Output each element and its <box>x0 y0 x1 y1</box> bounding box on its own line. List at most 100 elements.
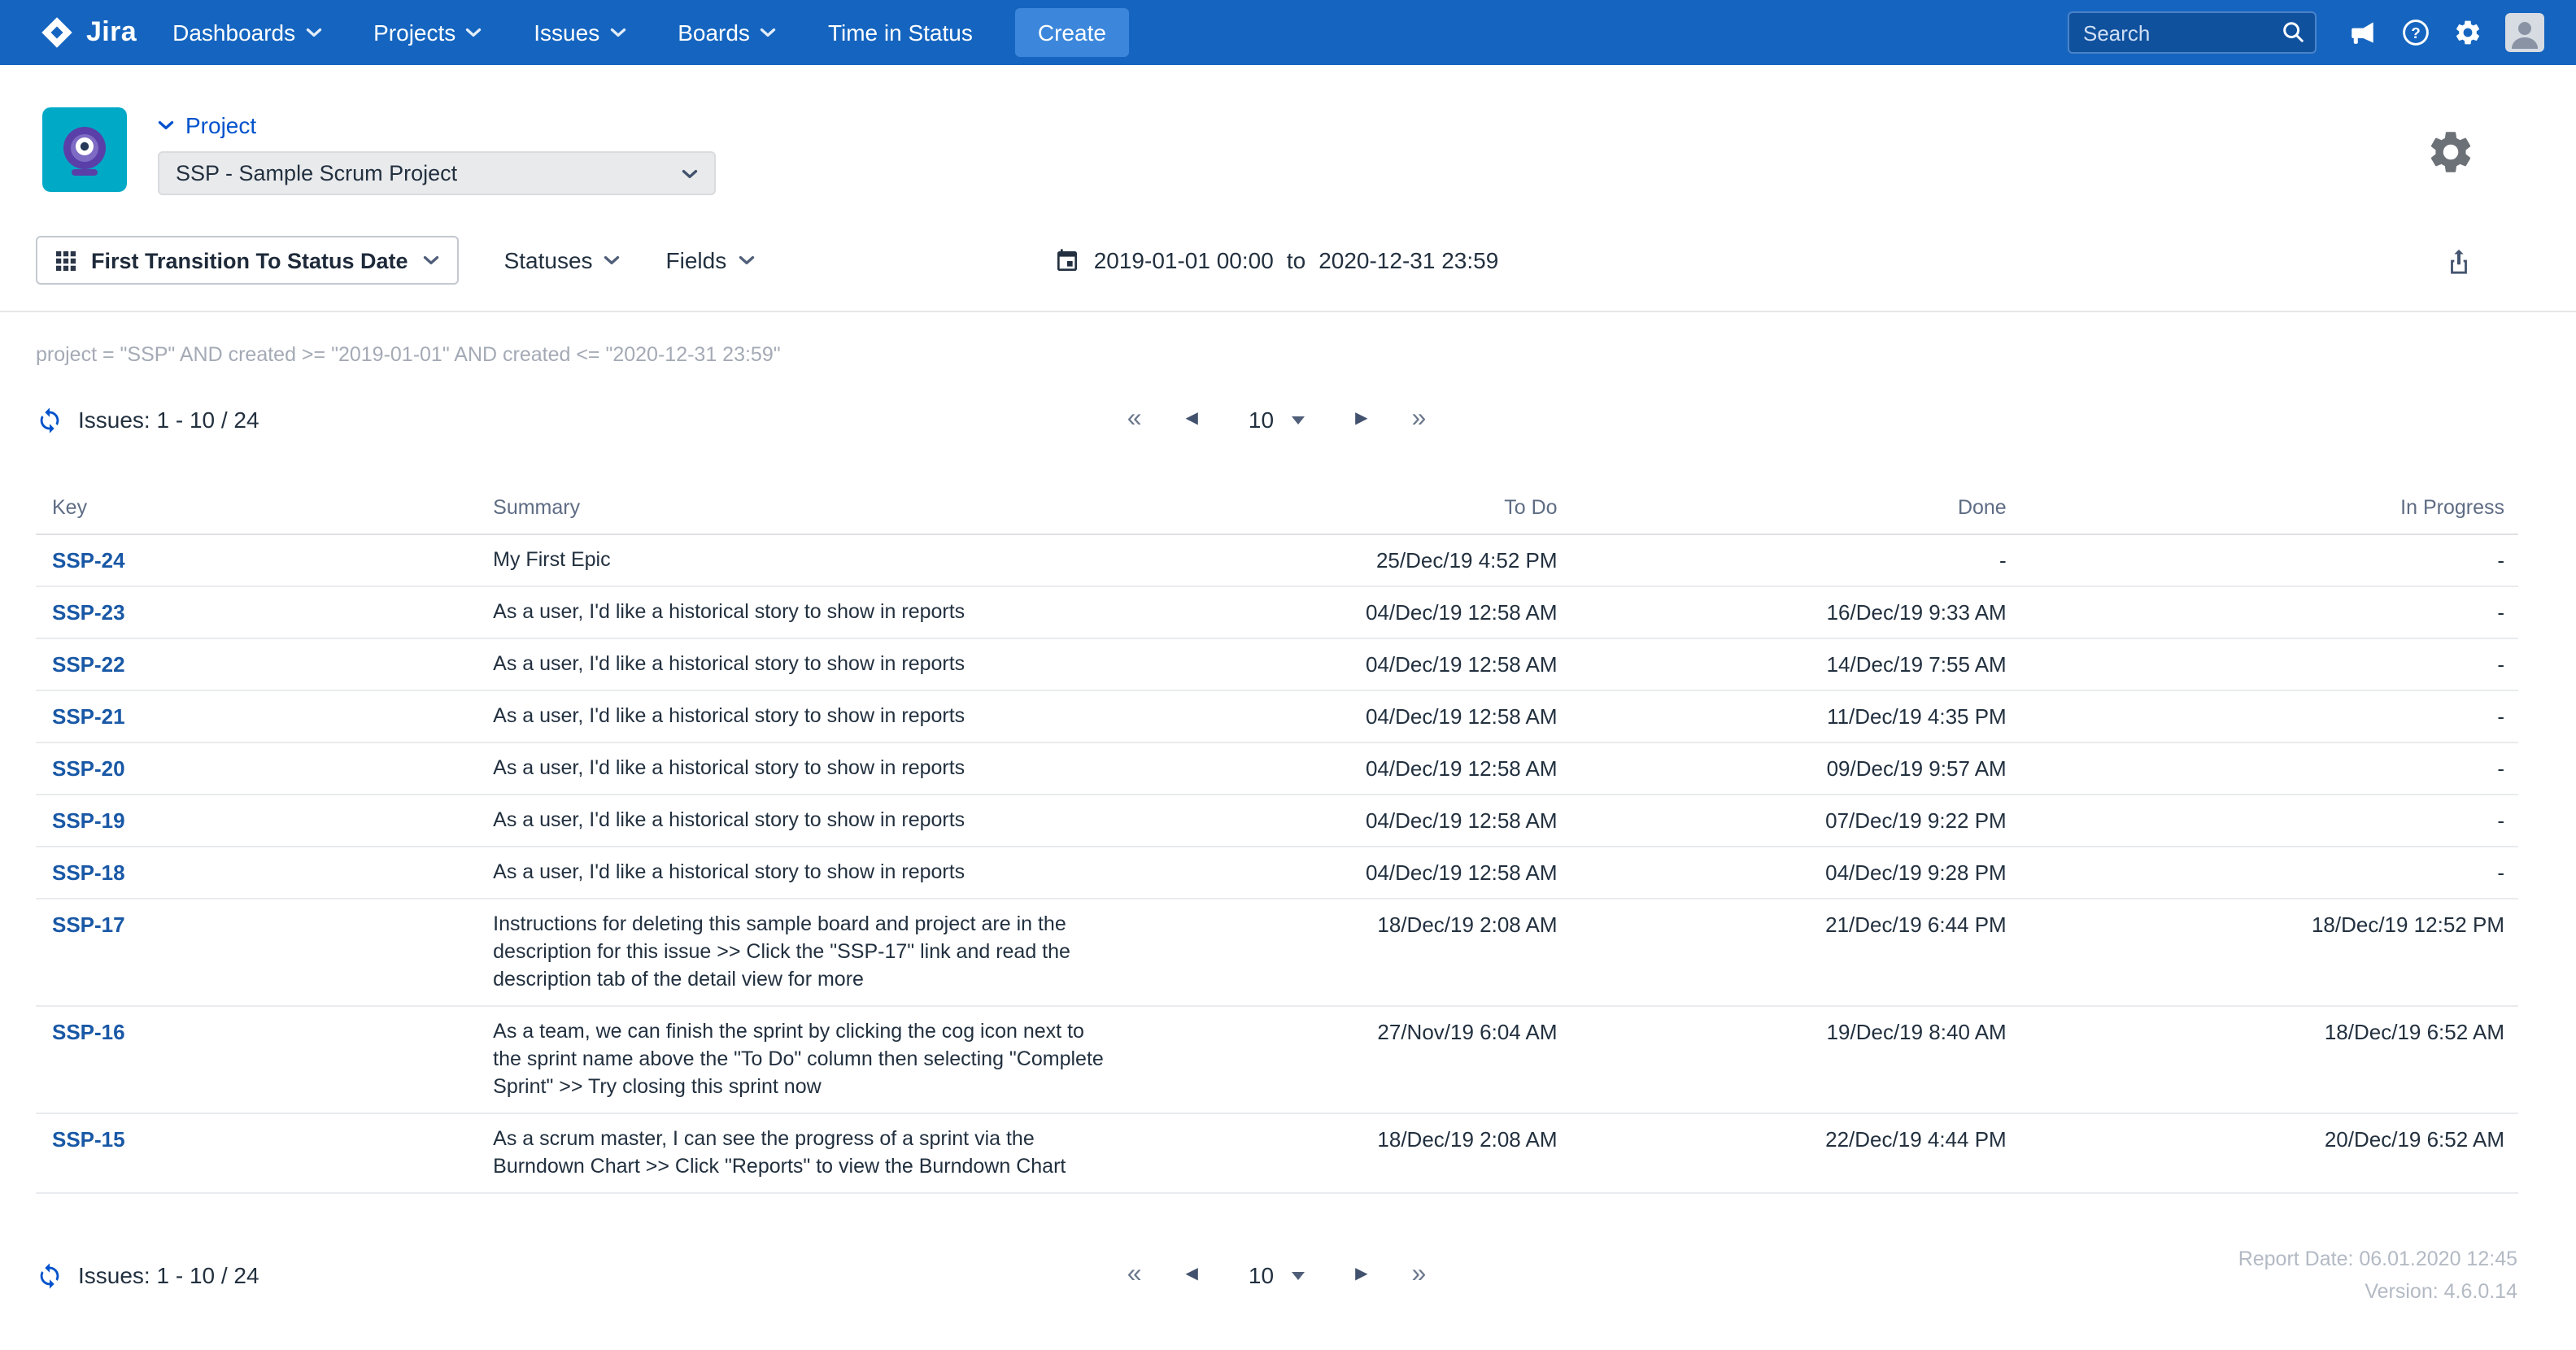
issues-table: Key Summary To Do Done In Progress SSP-2… <box>36 485 2517 1194</box>
report-meta: Report Date: 06.01.2020 12:45 Version: 4… <box>2238 1243 2517 1308</box>
project-scope-dropdown[interactable]: Project <box>158 112 716 138</box>
jql-query-text: project = "SSP" AND created >= "2019-01-… <box>36 343 781 366</box>
pager-last-button[interactable]: » <box>1411 406 1426 433</box>
issue-key-link[interactable]: SSP-18 <box>52 860 125 885</box>
nav-time-in-status-label: Time in Status <box>827 20 973 46</box>
chevron-down-icon <box>305 28 321 37</box>
issue-key-link[interactable]: SSP-17 <box>52 912 125 937</box>
page-size-value: 10 <box>1248 407 1275 433</box>
pager-next-button[interactable]: ▶ <box>1355 411 1367 428</box>
top-navbar: Jira Dashboards Projects Issues Boards T… <box>0 0 2576 65</box>
statuses-dropdown[interactable]: Statuses <box>504 247 621 273</box>
issue-key-link[interactable]: SSP-20 <box>52 756 125 781</box>
chevron-down-icon <box>604 256 620 265</box>
date-to-value: 2020-12-31 23:59 <box>1319 247 1499 273</box>
done-date: 22/Dec/19 4:44 PM <box>1570 1113 2020 1194</box>
project-scope-label: Project <box>185 112 257 138</box>
feedback-megaphone-icon[interactable] <box>2348 18 2378 47</box>
issues-summary-top: Issues: 1 - 10 / 24 <box>36 406 1127 433</box>
column-header-in-progress[interactable]: In Progress <box>2019 485 2517 535</box>
in-progress-date: - <box>2019 847 2517 899</box>
issue-key-link[interactable]: SSP-23 <box>52 600 125 625</box>
column-header-summary[interactable]: Summary <box>493 485 1128 535</box>
page-size-select[interactable]: 10 <box>1242 1256 1311 1295</box>
issue-key-link[interactable]: SSP-21 <box>52 704 125 729</box>
pager-first-button[interactable]: « <box>1127 406 1142 433</box>
table-row: SSP-24 My First Epic 25/Dec/19 4:52 PM -… <box>36 534 2517 587</box>
todo-date: 04/Dec/19 12:58 AM <box>1127 742 1571 795</box>
issue-summary: As a team, we can finish the sprint by c… <box>493 1006 1128 1114</box>
nav-issues-label: Issues <box>534 20 600 46</box>
version-text: Version: 4.6.0.14 <box>2365 1280 2517 1303</box>
pager-bottom: « ◀ 10 ▶ » <box>1127 1256 1427 1295</box>
nav-dashboards-label: Dashboards <box>172 20 296 46</box>
issue-key-link[interactable]: SSP-22 <box>52 652 125 677</box>
issues-summary-bottom: Issues: 1 - 10 / 24 <box>36 1261 1127 1289</box>
issue-key-link[interactable]: SSP-19 <box>52 808 125 833</box>
table-row: SSP-21 As a user, I'd like a historical … <box>36 690 2517 743</box>
issues-table-wrap: Key Summary To Do Done In Progress SSP-2… <box>0 439 2576 1194</box>
in-progress-date: - <box>2019 534 2517 587</box>
refresh-icon[interactable] <box>36 406 63 433</box>
issue-summary: As a user, I'd like a historical story t… <box>493 742 1128 795</box>
done-date: 14/Dec/19 7:55 AM <box>1570 638 2020 691</box>
app-window: Jira Dashboards Projects Issues Boards T… <box>0 0 2576 1350</box>
pager-first-button[interactable]: « <box>1127 1261 1142 1288</box>
issue-summary: As a user, I'd like a historical story t… <box>493 638 1128 691</box>
help-icon[interactable]: ? <box>2400 18 2430 47</box>
fields-dropdown[interactable]: Fields <box>666 247 755 273</box>
project-meta: Project SSP - Sample Scrum Project <box>158 107 716 195</box>
table-row: SSP-23 As a user, I'd like a historical … <box>36 586 2517 639</box>
project-header: Project SSP - Sample Scrum Project <box>0 65 2576 211</box>
nav-dashboards[interactable]: Dashboards <box>146 0 347 65</box>
issues-bar-bottom: Issues: 1 - 10 / 24 « ◀ 10 ▶ » Report Da… <box>0 1194 2576 1308</box>
project-select[interactable]: SSP - Sample Scrum Project <box>158 151 716 195</box>
create-button[interactable]: Create <box>1014 8 1129 57</box>
fields-label: Fields <box>665 247 727 273</box>
column-header-key[interactable]: Key <box>36 485 494 535</box>
done-date: 11/Dec/19 4:35 PM <box>1570 690 2020 743</box>
calendar-icon <box>1057 248 1078 270</box>
user-avatar-icon <box>2504 13 2543 52</box>
column-header-done[interactable]: Done <box>1570 485 2020 535</box>
navbar-left: Jira Dashboards Projects Issues Boards T… <box>39 0 1129 65</box>
chevron-down-icon <box>423 256 438 265</box>
table-row: SSP-15 As a scrum master, I can see the … <box>36 1113 2517 1194</box>
table-row: SSP-20 As a user, I'd like a historical … <box>36 742 2517 795</box>
page-size-select[interactable]: 10 <box>1242 400 1311 439</box>
done-date: - <box>1570 534 2020 587</box>
jira-home-link[interactable]: Jira <box>39 15 137 50</box>
pager-prev-button[interactable]: ◀ <box>1186 411 1198 428</box>
nav-time-in-status[interactable]: Time in Status <box>802 0 999 65</box>
user-avatar[interactable] <box>2504 13 2543 52</box>
in-progress-date: - <box>2019 690 2517 743</box>
pager-next-button[interactable]: ▶ <box>1355 1266 1367 1283</box>
nav-projects[interactable]: Projects <box>347 0 508 65</box>
refresh-icon[interactable] <box>36 1261 63 1289</box>
nav-issues[interactable]: Issues <box>508 0 652 65</box>
report-type-dropdown[interactable]: First Transition To Status Date <box>36 236 459 285</box>
issues-count-label: Issues: 1 - 10 / 24 <box>78 1262 259 1288</box>
pager-prev-button[interactable]: ◀ <box>1186 1266 1198 1283</box>
table-row: SSP-18 As a user, I'd like a historical … <box>36 847 2517 899</box>
nav-boards-label: Boards <box>678 20 750 46</box>
chevron-down-icon <box>610 28 625 37</box>
chevron-down-icon <box>760 28 776 37</box>
report-settings-gear-icon[interactable] <box>2425 126 2475 176</box>
date-range-picker[interactable]: 2019-01-01 00:00 to 2020-12-31 23:59 <box>1055 246 1499 274</box>
project-select-value: SSP - Sample Scrum Project <box>176 161 458 185</box>
issue-key-link[interactable]: SSP-15 <box>52 1127 125 1152</box>
issue-summary: As a user, I'd like a historical story t… <box>493 847 1128 899</box>
column-header-todo[interactable]: To Do <box>1127 485 1571 535</box>
nav-boards[interactable]: Boards <box>652 0 802 65</box>
search-icon[interactable] <box>2280 20 2304 44</box>
admin-gear-icon[interactable] <box>2452 18 2482 47</box>
search-input[interactable] <box>2067 11 2316 54</box>
chevron-down-icon <box>158 121 174 129</box>
issue-summary: As a scrum master, I can see the progres… <box>493 1113 1128 1194</box>
export-icon[interactable] <box>2444 246 2472 274</box>
pager-last-button[interactable]: » <box>1411 1261 1426 1288</box>
toolbar-left: First Transition To Status Date Statuses… <box>36 236 1055 285</box>
issue-key-link[interactable]: SSP-24 <box>52 548 125 573</box>
issue-key-link[interactable]: SSP-16 <box>52 1020 125 1044</box>
